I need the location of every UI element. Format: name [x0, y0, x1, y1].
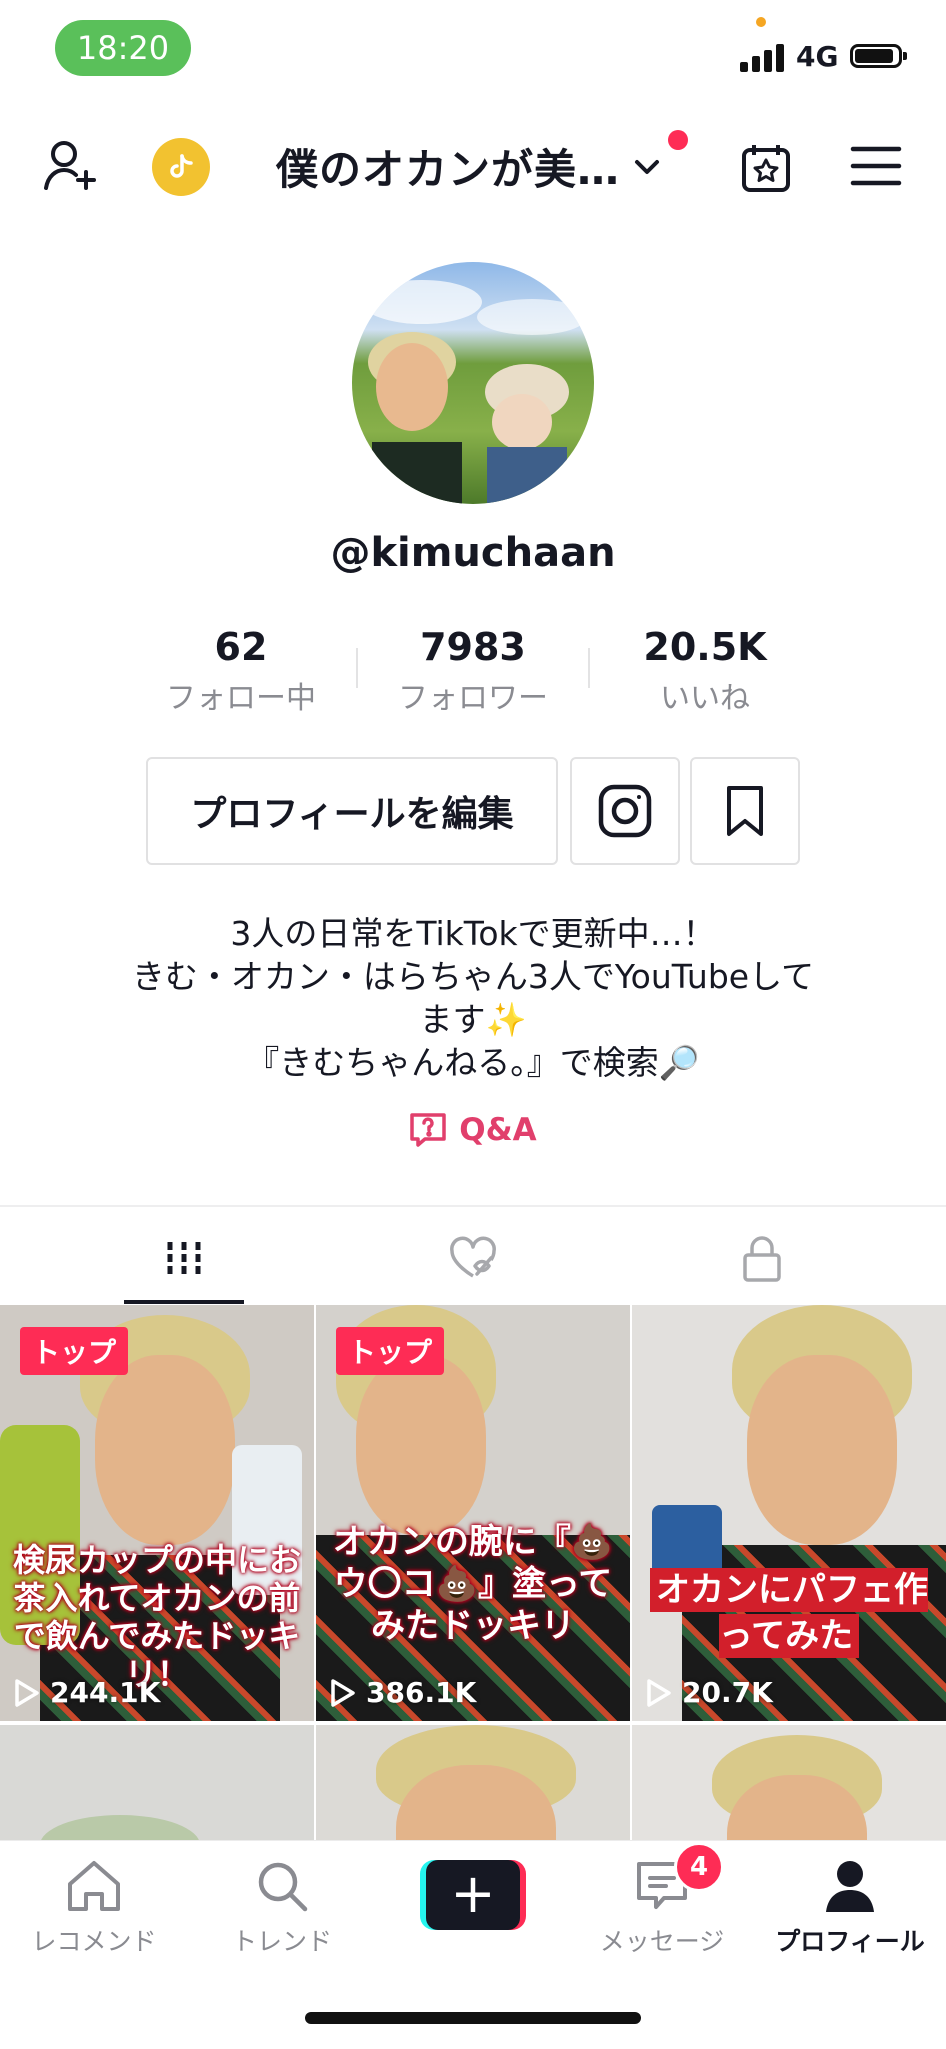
play-icon [15, 1678, 39, 1707]
search-icon [258, 1862, 308, 1912]
tab-private[interactable] [604, 1215, 919, 1303]
bookmark-icon [727, 786, 763, 836]
status-bar: 18:20 4G [0, 0, 946, 110]
tab-liked[interactable] [315, 1215, 630, 1303]
question-bubble-icon [410, 1113, 447, 1147]
followers-label: フォロワー [398, 681, 548, 716]
nav-profile-label: プロフィール [775, 1927, 925, 1956]
active-tab-indicator [124, 1300, 244, 1304]
bio-line: ます✨ [419, 1000, 527, 1039]
stat-divider [356, 648, 358, 688]
video-caption: オカンにパフェ作ってみた [640, 1567, 938, 1659]
view-count: 386.1K [330, 1676, 476, 1709]
profile-icon [826, 1861, 874, 1912]
play-icon [331, 1678, 355, 1707]
thumbnail-face [356, 1355, 486, 1535]
grid-icon [167, 1242, 200, 1276]
profile-avatar[interactable] [352, 262, 594, 504]
tab-videos[interactable] [26, 1215, 341, 1303]
pinned-badge: トップ [336, 1327, 445, 1375]
nav-inbox-label: メッセージ [599, 1927, 725, 1956]
view-count-text: 386.1K [366, 1676, 477, 1709]
thumbnail-face [95, 1355, 235, 1545]
account-title: 僕のオカンが美… [276, 145, 621, 194]
instagram-button[interactable] [570, 757, 680, 865]
likes-stat[interactable]: 20.5K いいね [605, 625, 805, 717]
following-label: フォロー中 [166, 681, 316, 716]
video-tile[interactable]: トップ オカンの腕に『💩ウ〇コ💩』塗ってみたドッキリ 386.1K [316, 1305, 630, 1721]
account-switcher[interactable]: 僕のオカンが美… [276, 136, 662, 197]
bio-line: 3人の日常をTikTokで更新中…！ [230, 914, 716, 953]
tabs-divider [0, 1205, 946, 1207]
video-caption: 検尿カップの中にお茶入れてオカンの前で飲んでみたドッキリ！ [12, 1541, 301, 1693]
calendar-star-icon[interactable] [734, 136, 798, 200]
coin-icon[interactable] [152, 138, 210, 196]
following-stat[interactable]: 62 フォロー中 [141, 625, 341, 717]
nav-home-label: レコメンド [31, 1927, 157, 1956]
view-count: 244.1K [14, 1676, 160, 1709]
thumbnail-face [747, 1355, 897, 1545]
bio-line: きむ・オカン・はらちゃん3人でYouTubeして [131, 957, 815, 996]
video-tile[interactable]: トップ 検尿カップの中にお茶入れてオカンの前で飲んでみたドッキリ！ 244.1K [0, 1305, 314, 1721]
followers-count: 7983 [420, 625, 526, 669]
username: @kimuchaan [330, 530, 616, 576]
video-tile[interactable] [0, 1725, 314, 1845]
profile-bio: 3人の日常をTikTokで更新中…！ きむ・オカン・はらちゃん3人でYouTub… [80, 912, 866, 1084]
followers-stat[interactable]: 7983 フォロワー [373, 625, 573, 717]
menu-icon[interactable] [846, 136, 906, 196]
qa-label: Q&A [459, 1112, 537, 1148]
heart-hidden-icon [449, 1236, 496, 1278]
nav-discover[interactable]: トレンド [202, 1858, 362, 1958]
video-tile[interactable] [632, 1725, 946, 1845]
video-tile[interactable]: オカンにパフェ作ってみた 20.7K [632, 1305, 946, 1721]
view-count-text: 244.1K [50, 1676, 161, 1709]
battery-icon [850, 44, 907, 68]
notification-dot [668, 130, 688, 150]
message-count-badge: 4 [674, 1842, 724, 1892]
view-count-text: 20.7K [682, 1676, 773, 1709]
nav-discover-label: トレンド [231, 1927, 332, 1956]
add-friend-icon[interactable] [38, 134, 102, 198]
nav-profile[interactable]: プロフィール [770, 1858, 930, 1958]
video-caption: オカンの腕に『💩ウ〇コ💩』塗ってみたドッキリ [332, 1522, 614, 1646]
home-icon [68, 1861, 120, 1911]
favorites-button[interactable] [690, 757, 800, 865]
nav-home[interactable]: レコメンド [14, 1858, 174, 1958]
edit-profile-button[interactable]: プロフィールを編集 [146, 757, 558, 865]
qa-link[interactable]: Q&A [0, 1112, 946, 1148]
privacy-indicator-dot [756, 17, 766, 27]
lock-icon [742, 1236, 781, 1282]
home-indicator [305, 2012, 641, 2024]
likes-count: 20.5K [643, 625, 767, 669]
create-button[interactable]: + [420, 1860, 526, 1930]
likes-label: いいね [660, 681, 750, 716]
pinned-badge: トップ [20, 1327, 129, 1375]
stat-divider [588, 648, 590, 688]
signal-icon [740, 42, 786, 72]
bio-line: 『きむちゃんねる。』で検索🔎 [246, 1043, 700, 1082]
video-tile[interactable] [316, 1725, 630, 1845]
plus-icon: + [426, 1860, 520, 1930]
status-time: 18:20 [55, 20, 191, 76]
network-type: 4G [796, 40, 839, 73]
video-caption-text: オカンにパフェ作ってみた [650, 1568, 928, 1658]
view-count: 20.7K [646, 1676, 773, 1709]
following-count: 62 [214, 625, 268, 669]
play-icon [647, 1678, 671, 1707]
chevron-down-icon [635, 159, 660, 174]
instagram-icon [598, 784, 652, 838]
